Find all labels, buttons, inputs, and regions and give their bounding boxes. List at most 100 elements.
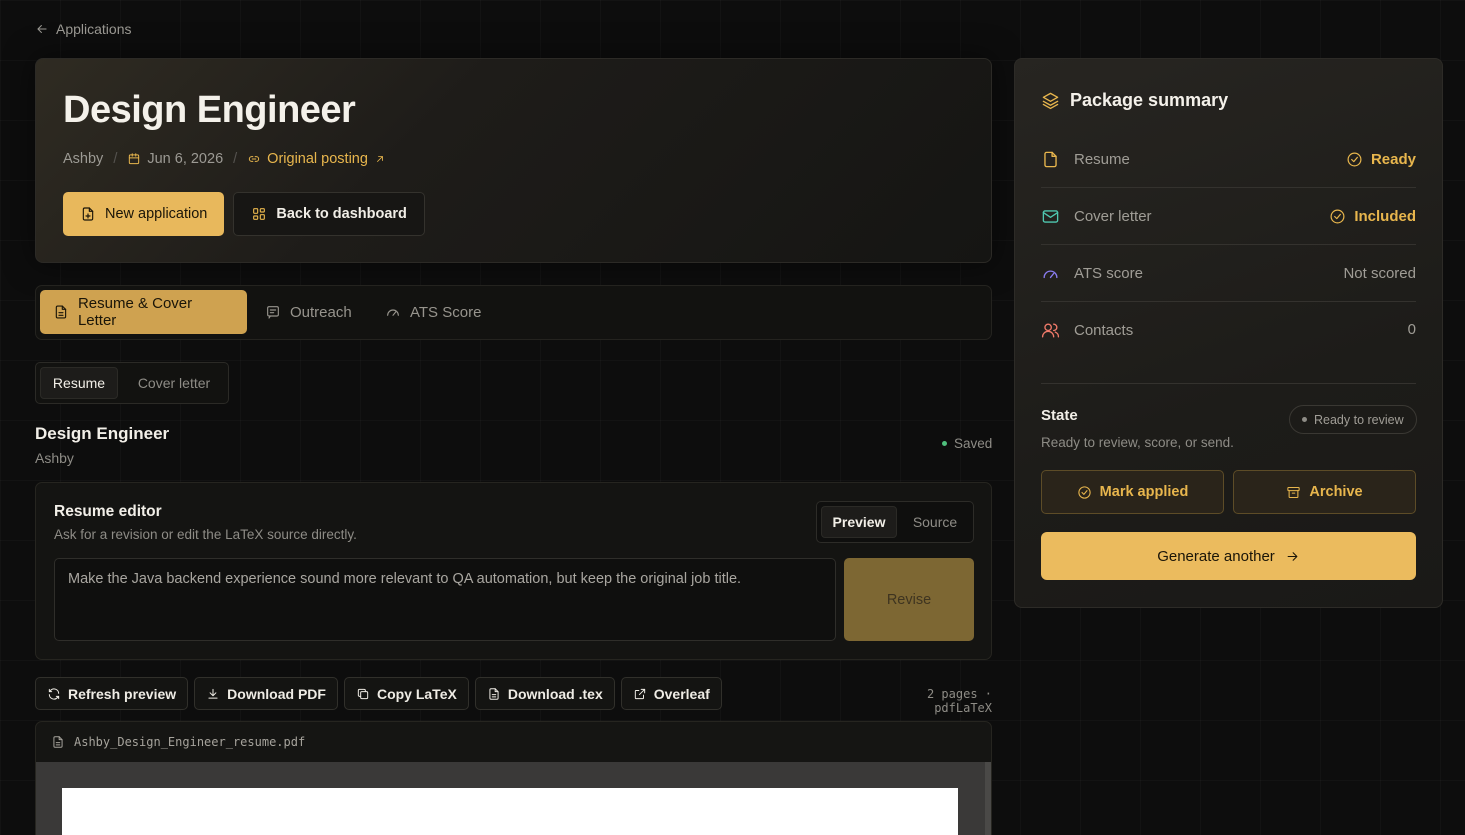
hero-card: Design Engineer Ashby / Jun 6, 2026 / Or… <box>35 58 992 263</box>
summary-label: Resume <box>1074 150 1130 168</box>
generate-another-label: Generate another <box>1157 547 1275 565</box>
summary-label: Contacts <box>1074 322 1134 339</box>
page-count-info: 2 pages · pdfLaTeX <box>926 687 992 715</box>
original-posting-link[interactable]: Original posting <box>247 151 386 167</box>
new-application-label: New application <box>105 206 208 222</box>
summary-value: Not scored <box>1343 265 1416 282</box>
section-tabs: Resume & Cover Letter Outreach ATS Score <box>35 285 992 340</box>
pdf-canvas[interactable] <box>36 762 991 835</box>
summary-value-text: Included <box>1354 207 1416 225</box>
external-arrow-icon <box>376 156 383 162</box>
pdf-viewer-header: Ashby_Design_Engineer_resume.pdf <box>36 722 991 762</box>
resume-editor-card: Resume editor Ask for a revision or edit… <box>35 482 992 660</box>
hero-meta: Ashby / Jun 6, 2026 / Original posting <box>63 151 386 167</box>
refresh-preview-label: Refresh preview <box>68 685 177 702</box>
tab-ats-score[interactable]: ATS Score <box>372 290 494 334</box>
revise-button[interactable]: Revise <box>844 558 974 641</box>
message-icon <box>267 306 279 319</box>
gauge-icon <box>387 309 399 316</box>
summary-value-text: Ready <box>1370 150 1416 168</box>
summary-row-left: Resume <box>1041 150 1130 169</box>
document-type-toggle: Resume Cover letter <box>35 362 229 404</box>
summary-row-ats-score: ATS score Not scored <box>1041 245 1416 302</box>
overleaf-label: Overleaf <box>653 685 710 702</box>
overleaf-button[interactable]: Overleaf <box>620 677 722 710</box>
toggle-resume[interactable]: Resume <box>40 367 118 399</box>
generate-another-button[interactable]: Generate another <box>1041 532 1416 580</box>
status-dot <box>1302 417 1307 422</box>
revision-prompt-input[interactable]: Make the Java backend experience sound m… <box>54 558 836 641</box>
pdf-scrollbar[interactable] <box>985 762 991 835</box>
download-tex-label: Download .tex <box>507 685 603 702</box>
document-company: Ashby <box>35 450 74 466</box>
summary-row-cover-letter: Cover letter Included <box>1041 188 1416 245</box>
status-badge: Ready to review <box>1289 405 1417 434</box>
copy-latex-label: Copy LaTeX <box>376 685 457 702</box>
download-tex-button[interactable]: Download .tex <box>474 677 615 710</box>
mark-applied-button[interactable]: Mark applied <box>1041 470 1224 514</box>
download-icon <box>208 688 218 699</box>
pdf-filename: Ashby_Design_Engineer_resume.pdf <box>74 735 306 749</box>
back-to-applications-link[interactable]: Applications <box>35 21 132 37</box>
meta-separator: / <box>233 151 238 167</box>
editor-title: Resume editor <box>54 503 162 520</box>
back-to-dashboard-button[interactable]: Back to dashboard <box>233 192 425 236</box>
summary-value-text: Not scored <box>1343 264 1416 282</box>
copy-icon <box>357 688 369 699</box>
refresh-preview-button[interactable]: Refresh preview <box>35 677 189 710</box>
meta-separator: / <box>113 151 118 167</box>
tab-label: Resume & Cover Letter <box>77 295 193 329</box>
toggle-source[interactable]: Source <box>901 506 969 538</box>
package-summary-panel: Package summary Resume Ready Cover lette… <box>1014 58 1443 608</box>
download-pdf-label: Download PDF <box>227 685 326 702</box>
original-posting-label: Original posting <box>267 151 368 167</box>
check-circle-icon <box>1347 152 1362 166</box>
company-name: Ashby <box>63 151 104 167</box>
check-circle-icon <box>1078 485 1091 499</box>
link-icon <box>249 156 260 162</box>
back-to-dashboard-label: Back to dashboard <box>276 206 407 222</box>
hero-buttons: New application Back to dashboard <box>63 192 425 236</box>
mail-icon <box>1042 209 1059 223</box>
state-description: Ready to review, score, or send. <box>1041 435 1234 450</box>
document-actions: Refresh preview Download PDF Copy LaTeX … <box>35 677 722 710</box>
archive-label: Archive <box>1309 484 1363 500</box>
refresh-icon <box>48 687 60 700</box>
editor-subtitle: Ask for a revision or edit the LaTeX sou… <box>54 527 357 542</box>
preview-source-toggle: Preview Source <box>816 501 974 543</box>
new-application-button[interactable]: New application <box>63 192 225 236</box>
document-icon <box>55 305 67 319</box>
document-title: Design Engineer <box>35 424 170 443</box>
layers-icon <box>1042 92 1059 110</box>
arrow-left-icon <box>37 25 47 33</box>
archive-button[interactable]: Archive <box>1233 470 1416 514</box>
file-text-icon <box>489 687 499 700</box>
tab-label: Outreach <box>290 303 352 321</box>
summary-row-left: Contacts <box>1041 321 1133 340</box>
summary-value: 0 <box>1408 321 1416 338</box>
calendar-icon <box>129 153 140 165</box>
check-circle-icon <box>1330 209 1345 223</box>
summary-value: Ready <box>1346 151 1416 168</box>
toggle-preview[interactable]: Preview <box>821 506 897 538</box>
mark-applied-label: Mark applied <box>1099 484 1189 500</box>
download-pdf-button[interactable]: Download PDF <box>194 677 338 710</box>
summary-label: Cover letter <box>1074 207 1152 225</box>
page-title: Design Engineer <box>63 89 356 131</box>
tab-outreach[interactable]: Outreach <box>252 290 365 334</box>
file-icon <box>1044 151 1057 167</box>
toggle-cover-letter[interactable]: Cover letter <box>124 367 224 399</box>
status-badge-label: Ready to review <box>1314 412 1404 427</box>
archive-icon <box>1287 486 1301 498</box>
file-plus-icon <box>82 207 94 221</box>
tab-resume-cover-letter[interactable]: Resume & Cover Letter <box>40 290 247 334</box>
copy-latex-button[interactable]: Copy LaTeX <box>343 677 469 710</box>
state-title: State <box>1041 407 1078 424</box>
tab-label: ATS Score <box>410 303 482 321</box>
summary-value: Included <box>1329 208 1416 225</box>
package-summary-label: Package summary <box>1070 90 1229 110</box>
package-summary-title: Package summary <box>1041 90 1228 111</box>
summary-row-left: Cover letter <box>1041 207 1152 226</box>
save-status-label: Saved <box>954 436 993 451</box>
summary-value-text: 0 <box>1407 321 1416 338</box>
